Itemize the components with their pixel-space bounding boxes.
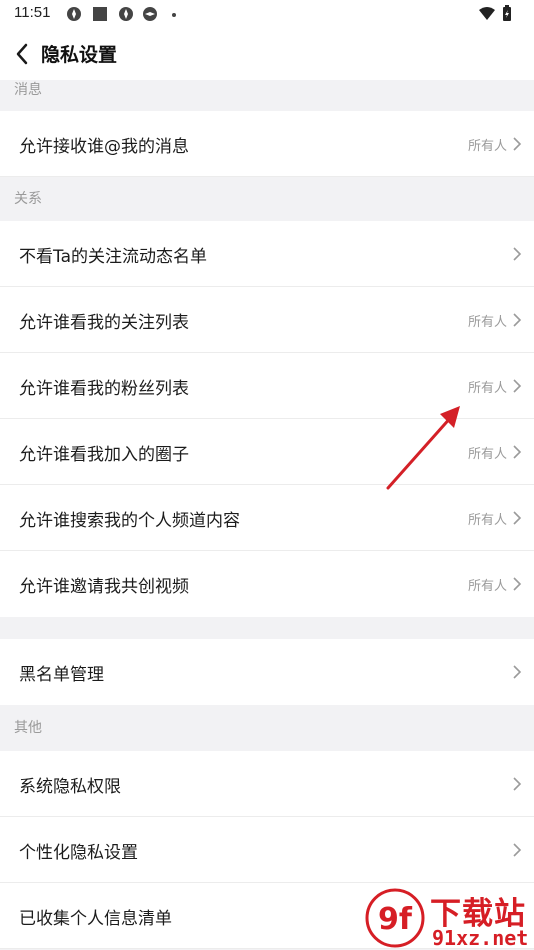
- watermark-logo-text: 9f: [378, 902, 413, 937]
- row-hide-feed[interactable]: 不看Ta的关注流动态名单: [0, 221, 534, 287]
- page-title: 隐私设置: [41, 44, 118, 66]
- row-label: 个性化隐私设置: [19, 843, 138, 863]
- row-label: 已收集个人信息清单: [19, 909, 172, 929]
- row-joined-circles[interactable]: 允许谁看我加入的圈子 所有人: [0, 419, 534, 485]
- row-label: 允许谁邀请我共创视频: [19, 577, 189, 597]
- chevron-right-icon: [513, 445, 522, 459]
- row-value: 所有人: [467, 513, 507, 528]
- row-fans-list[interactable]: 允许谁看我的粉丝列表 所有人: [0, 353, 534, 419]
- row-allow-mention[interactable]: 允许接收谁@我的消息 所有人: [0, 111, 534, 177]
- chevron-right-icon: [513, 137, 522, 151]
- row-following-list[interactable]: 允许谁看我的关注列表 所有人: [0, 287, 534, 353]
- chevron-right-icon: [513, 247, 522, 261]
- chevron-right-icon: [513, 777, 522, 791]
- row-search-channel[interactable]: 允许谁搜索我的个人频道内容 所有人: [0, 485, 534, 551]
- app-notification-icon: [119, 7, 133, 21]
- row-value: 所有人: [467, 381, 507, 396]
- row-label: 允许谁看我的关注列表: [19, 313, 189, 333]
- row-value: 所有人: [467, 579, 507, 594]
- section-header-other: 其他: [14, 720, 42, 736]
- settings-list: 消息 允许接收谁@我的消息 所有人 关系 不看Ta的关注流动态名单 允许谁看我的…: [0, 80, 534, 949]
- row-label: 系统隐私权限: [19, 777, 121, 797]
- row-cocreate-invite[interactable]: 允许谁邀请我共创视频 所有人: [0, 551, 534, 617]
- square-notification-icon: [93, 7, 107, 21]
- row-label: 不看Ta的关注流动态名单: [19, 247, 207, 267]
- row-label: 允许谁搜索我的个人频道内容: [19, 511, 240, 531]
- chevron-right-icon: [513, 313, 522, 327]
- row-label: 允许谁看我加入的圈子: [19, 445, 189, 465]
- app-notification-icon: [67, 7, 81, 21]
- row-system-permissions[interactable]: 系统隐私权限: [0, 751, 534, 817]
- watermark-logo-icon: 9f: [365, 888, 425, 948]
- more-dot-icon: [172, 13, 176, 17]
- watermark: 9f 下载站 91xz.net: [360, 886, 534, 950]
- row-label: 允许谁看我的粉丝列表: [19, 379, 189, 399]
- chevron-right-icon: [513, 843, 522, 857]
- section-header-relationships: 关系: [14, 191, 42, 207]
- status-time: 11:51: [14, 4, 51, 21]
- watermark-url: 91xz.net: [432, 926, 529, 950]
- chevron-right-icon: [513, 665, 522, 679]
- chevron-right-icon: [513, 577, 522, 591]
- wifi-battery-icon: [479, 5, 511, 21]
- section-header-messages: 消息: [14, 82, 42, 98]
- row-value: 所有人: [467, 315, 507, 330]
- row-label: 允许接收谁@我的消息: [19, 137, 189, 157]
- app-notification-icon: [143, 7, 157, 21]
- top-bar: 隐私设置: [0, 28, 534, 80]
- back-arrow-icon[interactable]: [10, 40, 36, 68]
- row-personalized-privacy[interactable]: 个性化隐私设置: [0, 817, 534, 883]
- chevron-right-icon: [513, 511, 522, 525]
- row-value: 所有人: [467, 447, 507, 462]
- status-bar: 11:51: [0, 0, 534, 28]
- row-label: 黑名单管理: [19, 665, 104, 685]
- status-right: [478, 5, 518, 23]
- row-value: 所有人: [467, 139, 507, 154]
- chevron-right-icon: [513, 379, 522, 393]
- row-blacklist[interactable]: 黑名单管理: [0, 639, 534, 705]
